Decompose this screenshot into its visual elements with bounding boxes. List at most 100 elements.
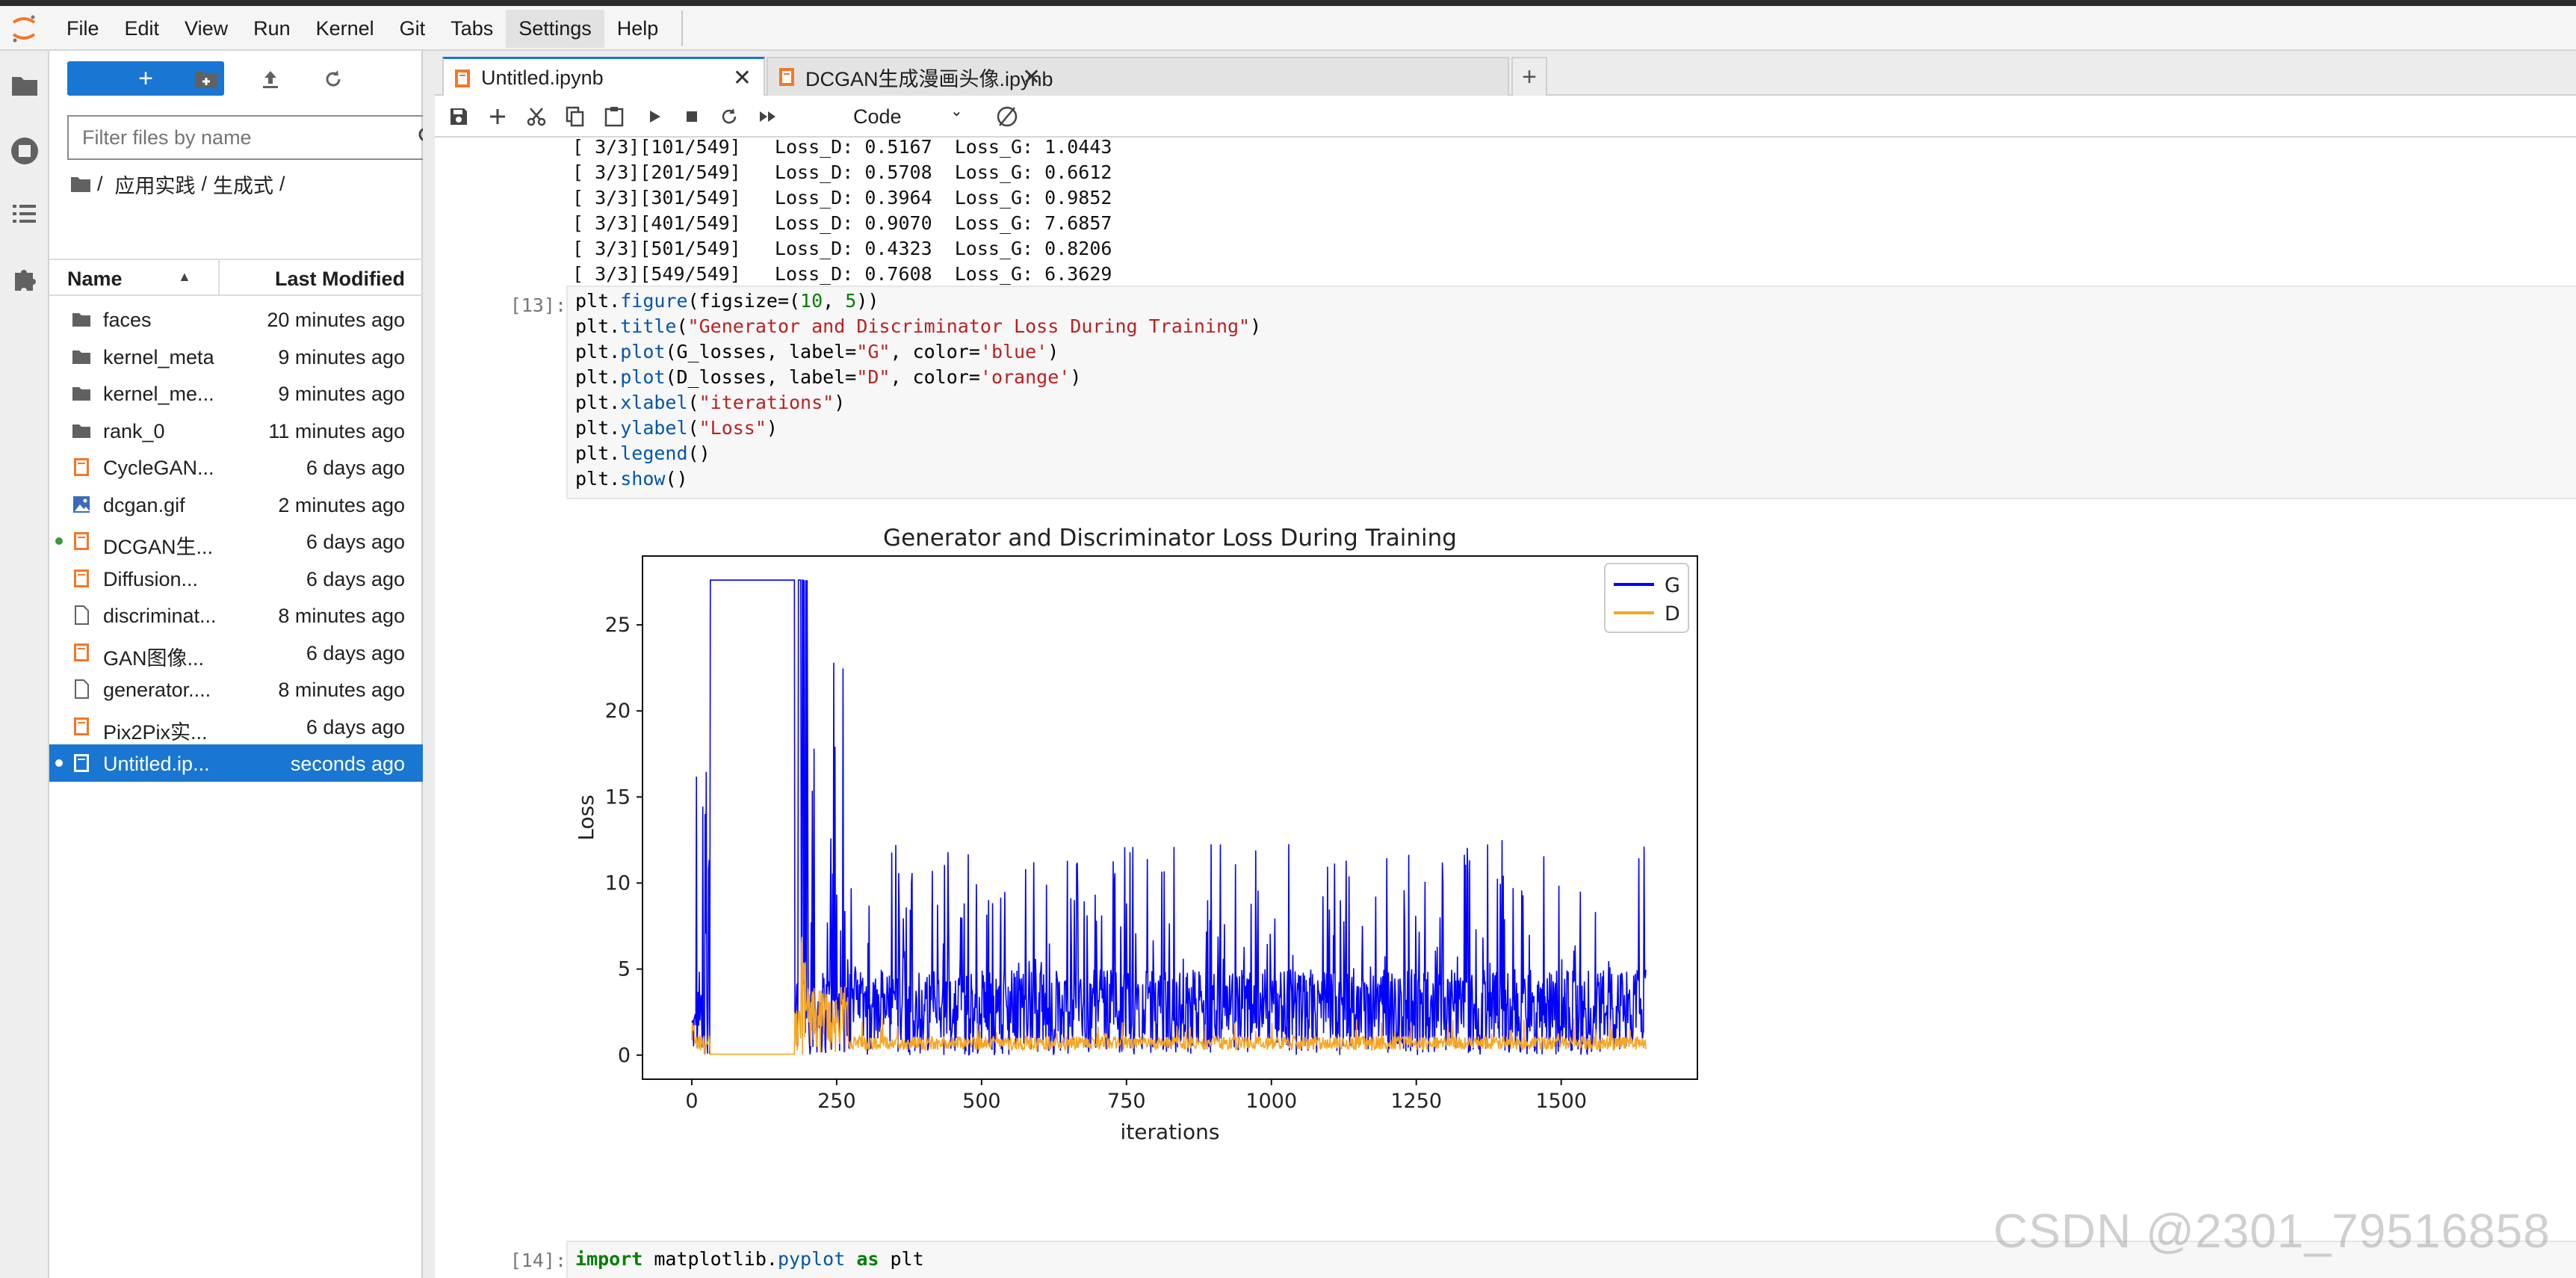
column-name-header[interactable]: Name: [67, 268, 123, 291]
file-modified: 6 days ago: [306, 457, 405, 479]
chevron-down-icon[interactable]: ⌄: [950, 102, 963, 120]
file-row[interactable]: dcgan.gif 2 minutes ago: [49, 486, 423, 523]
x-tick-label: 500: [962, 1090, 1001, 1113]
menu-edit[interactable]: Edit: [112, 10, 173, 48]
file-row[interactable]: Diffusion... 6 days ago: [49, 560, 423, 597]
file-modified: seconds ago: [290, 753, 405, 775]
x-tick-label: 1000: [1245, 1090, 1297, 1113]
file-row[interactable]: kernel_meta 9 minutes ago: [49, 338, 423, 375]
file-modified: 8 minutes ago: [278, 679, 405, 701]
file-row[interactable]: generator.... 8 minutes ago: [49, 670, 423, 708]
breadcrumb: / 应用实践 / 生成式 /: [70, 169, 291, 199]
stop-icon[interactable]: [678, 103, 705, 130]
x-tick-label: 750: [1107, 1090, 1146, 1113]
breadcrumb-segment-app[interactable]: 应用实践: [115, 170, 196, 199]
notebook-body[interactable]: [ 3/3][101/549] Loss_D: 0.5167 Loss_G: 1…: [435, 138, 2576, 1278]
file-name: dcgan.gif: [103, 493, 185, 516]
file-name: CycleGAN...: [103, 457, 214, 479]
kernel-status-icon: [994, 103, 1021, 130]
menu-git[interactable]: Git: [387, 10, 439, 48]
cell-prompt: [14]:: [510, 1250, 566, 1271]
menu-run[interactable]: Run: [241, 10, 303, 48]
file-name: Pix2Pix实...: [103, 720, 208, 744]
running-indicator: [55, 759, 63, 767]
restart-icon[interactable]: [716, 103, 743, 130]
breadcrumb-segment-gen[interactable]: 生成式: [213, 170, 273, 199]
add-cell-icon[interactable]: [484, 103, 511, 130]
y-tick-label: 10: [605, 872, 631, 895]
file-row[interactable]: Untitled.ip... seconds ago: [49, 744, 423, 782]
activity-bar: [0, 51, 49, 1278]
breadcrumb-root[interactable]: /: [97, 173, 103, 196]
sort-ascending-icon: ▲: [178, 269, 191, 284]
x-tick-label: 1250: [1390, 1090, 1442, 1113]
code-line: plt.figure(figsize=(10, 5)): [575, 290, 879, 312]
menu-kernel[interactable]: Kernel: [303, 10, 387, 48]
watermark: CSDN @2301_79516858: [1993, 1204, 2551, 1258]
file-name: kernel_me...: [103, 383, 214, 405]
notebook-icon: [455, 69, 470, 87]
file-row[interactable]: DCGAN生... 6 days ago: [49, 522, 423, 560]
code-line: plt.ylabel("Loss"): [575, 417, 778, 439]
file-list-header: Name ▲ Last Modified: [49, 259, 423, 296]
log-line: [ 3/3][549/549] Loss_D: 0.7608 Loss_G: 6…: [572, 263, 1112, 285]
tab-dcgan-notebook[interactable]: DCGAN生成漫画头像.ipynb ✕: [767, 57, 1509, 96]
code-line: plt.plot(D_losses, label="D", color='ora…: [575, 366, 1082, 388]
x-tick-label: 1500: [1535, 1090, 1587, 1113]
cut-icon[interactable]: [523, 103, 550, 130]
panel-splitter[interactable]: [423, 51, 435, 1278]
file-row[interactable]: rank_0 11 minutes ago: [49, 412, 423, 449]
log-line: [ 3/3][501/549] Loss_D: 0.4323 Loss_G: 0…: [572, 238, 1112, 259]
y-tick-label: 15: [605, 785, 631, 809]
tab-label: DCGAN生成漫画头像.ipynb: [805, 67, 1053, 90]
code-cell-13[interactable]: plt.figure(figsize=(10, 5)) plt.title("G…: [566, 285, 2576, 499]
tab-untitled-notebook[interactable]: Untitled.ipynb ✕: [442, 57, 765, 97]
menu-tabs[interactable]: Tabs: [438, 10, 506, 48]
menu-settings[interactable]: Settings: [506, 9, 604, 48]
cell-type-select[interactable]: Code: [853, 102, 902, 132]
save-icon[interactable]: [445, 103, 472, 130]
file-modified: 9 minutes ago: [278, 345, 405, 368]
running-kernels-icon[interactable]: [8, 135, 41, 167]
refresh-icon[interactable]: [318, 64, 348, 94]
run-icon[interactable]: [641, 103, 668, 130]
notebook-toolbar: Code ⌄: [435, 96, 2576, 138]
close-icon[interactable]: ✕: [733, 65, 752, 91]
file-row[interactable]: kernel_me... 9 minutes ago: [49, 374, 423, 412]
file-row[interactable]: GAN图像... 6 days ago: [49, 634, 423, 671]
file-name: kernel_meta: [103, 345, 214, 368]
file-row[interactable]: CycleGAN... 6 days ago: [49, 448, 423, 486]
upload-icon[interactable]: [256, 64, 285, 94]
new-folder-icon[interactable]: [191, 64, 221, 94]
legend-label: G: [1665, 574, 1680, 597]
file-row[interactable]: Pix2Pix实... 6 days ago: [49, 708, 423, 745]
file-name: DCGAN生...: [103, 536, 214, 558]
copy-icon[interactable]: [562, 103, 589, 130]
filter-files-input[interactable]: [69, 117, 406, 158]
file-name: faces: [103, 309, 152, 331]
add-tab-button[interactable]: +: [1511, 57, 1547, 96]
file-row[interactable]: faces 20 minutes ago: [49, 300, 423, 338]
file-modified: 6 days ago: [306, 567, 405, 590]
fast-forward-icon[interactable]: [755, 103, 781, 130]
menu-file[interactable]: File: [54, 10, 112, 48]
y-axis-label: Loss: [574, 794, 598, 840]
folder-icon[interactable]: [70, 175, 91, 193]
file-name: rank_0: [103, 419, 165, 442]
file-name: Untitled.ip...: [103, 753, 210, 775]
legend-label: D: [1665, 602, 1680, 626]
folder-icon[interactable]: [8, 69, 41, 102]
table-of-contents-icon[interactable]: [8, 197, 41, 230]
column-divider[interactable]: [218, 260, 220, 296]
file-row[interactable]: discriminat... 8 minutes ago: [49, 596, 423, 634]
series-g-line: [691, 579, 1647, 1056]
paste-icon[interactable]: [601, 103, 628, 130]
menu-help[interactable]: Help: [604, 10, 672, 48]
code-line: plt.xlabel("iterations"): [575, 392, 846, 413]
file-name: GAN图像...: [103, 646, 205, 670]
file-browser-panel: + / 应用实践 / 生成式 / Name ▲ Last Modif: [49, 51, 454, 1278]
column-modified-header[interactable]: Last Modified: [275, 268, 405, 291]
close-icon[interactable]: ✕: [1022, 64, 1041, 90]
extensions-puzzle-icon[interactable]: [8, 263, 41, 296]
menu-view[interactable]: View: [172, 10, 241, 48]
